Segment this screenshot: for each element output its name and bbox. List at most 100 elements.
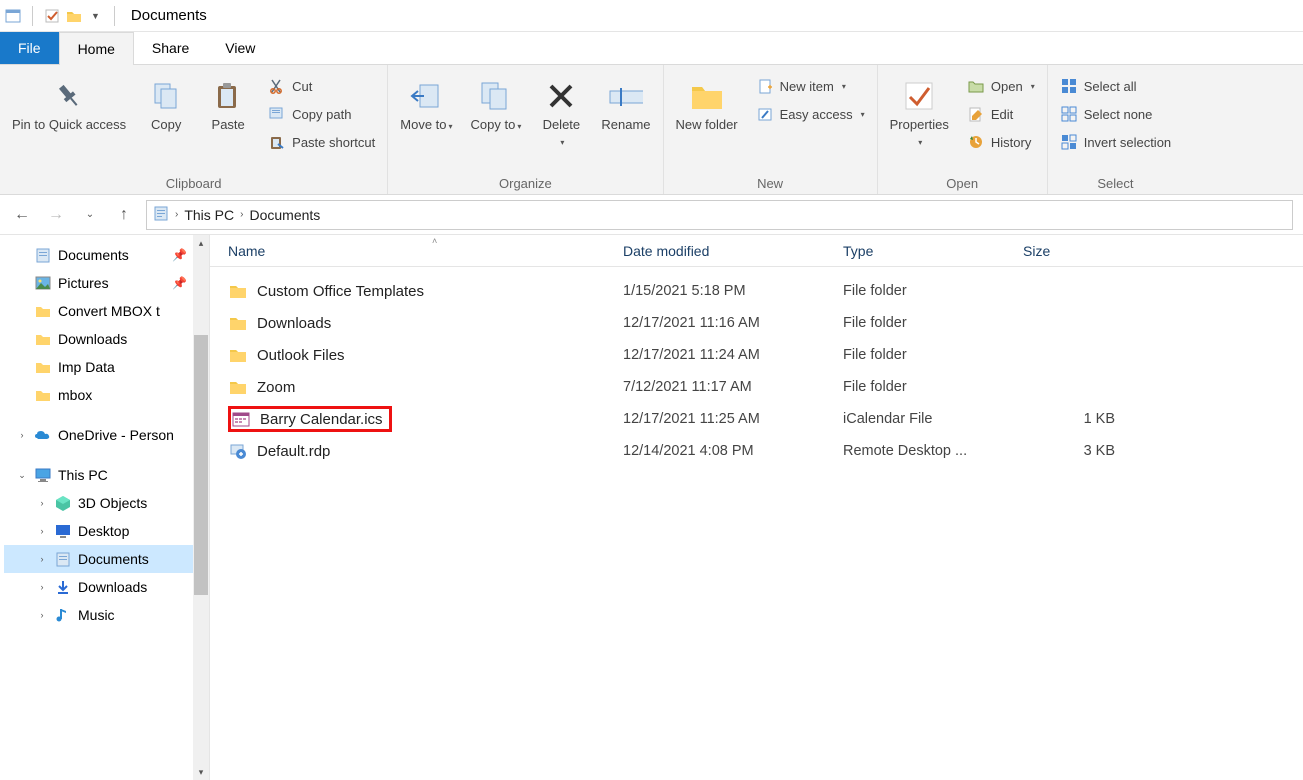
- navitem-label: Music: [78, 607, 115, 623]
- chevron-right-icon[interactable]: ›: [36, 610, 48, 620]
- column-size[interactable]: Size: [1005, 235, 1125, 266]
- tab-home[interactable]: Home: [59, 32, 134, 65]
- scroll-up-icon[interactable]: ▴: [194, 235, 208, 251]
- move-to-button[interactable]: Move to▾: [394, 69, 458, 137]
- new-folder-button[interactable]: New folder: [670, 69, 744, 137]
- column-date[interactable]: Date modified: [605, 235, 825, 266]
- address-bar[interactable]: › This PC › Documents: [146, 200, 1293, 230]
- file-date: 12/17/2021 11:24 AM: [605, 347, 825, 363]
- pin-icon: 📌: [172, 248, 187, 262]
- edit-button[interactable]: Edit: [961, 101, 1041, 127]
- delete-button[interactable]: Delete▾: [533, 69, 589, 154]
- rename-icon: [609, 79, 643, 113]
- navitem-label: Documents: [78, 551, 149, 567]
- navitem-mbox[interactable]: mbox: [4, 381, 209, 409]
- file-name: Outlook Files: [257, 347, 345, 364]
- file-row[interactable]: Downloads12/17/2021 11:16 AMFile folder: [210, 307, 1303, 339]
- properties-button[interactable]: Properties▾: [884, 69, 955, 154]
- file-date: 12/14/2021 4:08 PM: [605, 443, 825, 459]
- navitem-music[interactable]: › Music: [4, 601, 209, 629]
- qat-dropdown-icon[interactable]: ▼: [87, 11, 104, 21]
- folder-icon: [34, 302, 52, 320]
- select-none-icon: [1060, 105, 1078, 123]
- column-name[interactable]: Name ˄: [210, 235, 605, 266]
- chevron-right-icon[interactable]: ›: [36, 526, 48, 536]
- file-row[interactable]: Custom Office Templates1/15/2021 5:18 PM…: [210, 275, 1303, 307]
- select-none-button[interactable]: Select none: [1054, 101, 1177, 127]
- navitem-downloads[interactable]: › Downloads: [4, 573, 209, 601]
- pin-icon: [52, 79, 86, 113]
- file-date: 7/12/2021 11:17 AM: [605, 379, 825, 395]
- copy-button[interactable]: Copy: [138, 69, 194, 137]
- back-button[interactable]: ←: [10, 203, 34, 227]
- copy-path-button[interactable]: Copy path: [262, 101, 381, 127]
- navpane-scrollbar[interactable]: ▴ ▾: [193, 235, 209, 780]
- file-row[interactable]: Outlook Files12/17/2021 11:24 AMFile fol…: [210, 339, 1303, 371]
- file-type: Remote Desktop ...: [825, 443, 1005, 459]
- navitem-label: This PC: [58, 467, 108, 483]
- navitem-3d-objects[interactable]: › 3D Objects: [4, 489, 209, 517]
- ics-icon: [232, 410, 250, 428]
- paste-button[interactable]: Paste: [200, 69, 256, 137]
- new-item-button[interactable]: New item▾: [750, 73, 871, 99]
- crumb-this-pc[interactable]: This PC: [184, 207, 234, 223]
- select-all-button[interactable]: Select all: [1054, 73, 1177, 99]
- up-button[interactable]: ↑: [112, 203, 136, 227]
- crumb-documents[interactable]: Documents: [249, 207, 320, 223]
- folder-icon: [34, 330, 52, 348]
- file-row[interactable]: Zoom7/12/2021 11:17 AMFile folder: [210, 371, 1303, 403]
- scrollbar-thumb[interactable]: [194, 335, 208, 595]
- navitem-documents[interactable]: › Documents: [4, 545, 209, 573]
- tab-share[interactable]: Share: [134, 32, 207, 64]
- file-row[interactable]: Default.rdp 12/14/2021 4:08 PMRemote Desk…: [210, 435, 1303, 467]
- navitem-convert-mbox[interactable]: Convert MBOX t: [4, 297, 209, 325]
- file-type: File folder: [825, 283, 1005, 299]
- group-select-label: Select: [1054, 172, 1177, 194]
- properties-icon: [902, 79, 936, 113]
- navitem-desktop[interactable]: › Desktop: [4, 517, 209, 545]
- chevron-right-icon[interactable]: ›: [16, 430, 28, 440]
- group-clipboard: Pin to Quick access Copy Paste: [0, 65, 388, 194]
- chevron-right-icon[interactable]: ›: [36, 498, 48, 508]
- history-button[interactable]: History: [961, 129, 1041, 155]
- tab-file[interactable]: File: [0, 32, 59, 64]
- properties-qat-icon[interactable]: [43, 7, 61, 25]
- file-type: File folder: [825, 379, 1005, 395]
- recent-dropdown[interactable]: ⌄: [78, 203, 102, 227]
- chevron-right-icon[interactable]: ›: [36, 554, 48, 564]
- navitem-downloads-quick[interactable]: Downloads: [4, 325, 209, 353]
- scroll-down-icon[interactable]: ▾: [194, 764, 208, 780]
- navitem-onedrive[interactable]: › OneDrive - Person: [4, 421, 209, 449]
- open-button[interactable]: Open▾: [961, 73, 1041, 99]
- folder-icon: [34, 386, 52, 404]
- invert-selection-icon: [1060, 133, 1078, 151]
- navitem-label: Convert MBOX t: [58, 303, 160, 319]
- navitem-pictures-quick[interactable]: Pictures 📌: [4, 269, 209, 297]
- copy-to-button[interactable]: Copy to▾: [465, 69, 528, 137]
- pin-to-quick-access-button[interactable]: Pin to Quick access: [6, 69, 132, 137]
- forward-button[interactable]: →: [44, 203, 68, 227]
- navitem-imp-data[interactable]: Imp Data: [4, 353, 209, 381]
- chevron-down-icon[interactable]: ⌄: [16, 470, 28, 481]
- chevron-right-icon[interactable]: ›: [36, 582, 48, 592]
- invert-selection-button[interactable]: Invert selection: [1054, 129, 1177, 155]
- navitem-this-pc[interactable]: ⌄ This PC: [4, 461, 209, 489]
- easy-access-button[interactable]: Easy access▾: [750, 101, 871, 127]
- column-type[interactable]: Type: [825, 235, 1005, 266]
- invert-selection-label: Invert selection: [1084, 135, 1171, 150]
- folder-qat-icon[interactable]: [65, 7, 83, 25]
- open-icon: [967, 77, 985, 95]
- group-open: Properties▾ Open▾ Edit: [878, 65, 1048, 194]
- new-folder-label: New folder: [676, 117, 738, 133]
- tab-view[interactable]: View: [207, 32, 273, 64]
- folder-icon: [229, 378, 247, 396]
- chevron-right-icon[interactable]: ›: [240, 209, 243, 220]
- file-name: Default.rdp: [257, 443, 330, 460]
- chevron-right-icon[interactable]: ›: [175, 209, 178, 220]
- file-row[interactable]: Barry Calendar.ics12/17/2021 11:25 AMiCa…: [210, 403, 1303, 435]
- cut-button[interactable]: Cut: [262, 73, 381, 99]
- rename-button[interactable]: Rename: [595, 69, 656, 137]
- paste-shortcut-button[interactable]: Paste shortcut: [262, 129, 381, 155]
- navitem-documents-quick[interactable]: Documents 📌: [4, 241, 209, 269]
- documents-icon: [54, 550, 72, 568]
